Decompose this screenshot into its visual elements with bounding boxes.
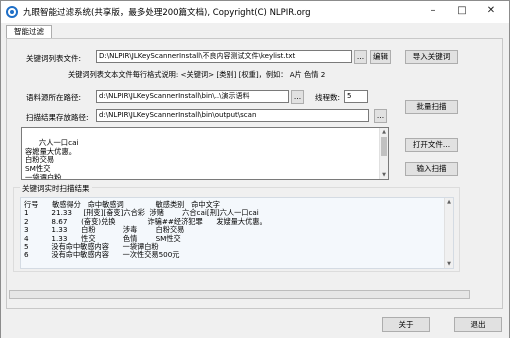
main-panel: 关键词列表文件: D:\NLPIR\JLKeyScannerInstall\不良… xyxy=(6,38,503,309)
window-title: 九眼智能过滤系统(共享版，最多处理200篇文档), Copyright(C) N… xyxy=(23,8,311,18)
keyword-file-label: 关键词列表文件: xyxy=(26,54,82,63)
open-file-button[interactable]: 打开文件... xyxy=(405,138,458,152)
scroll-down-arrow-icon[interactable]: ▼ xyxy=(445,260,453,268)
corpus-path-label: 语料源所在路径: xyxy=(26,93,82,102)
title-bar: 九眼智能过滤系统(共享版，最多处理200篇文档), Copyright(C) N… xyxy=(1,1,509,23)
results-text: 行号 敏感得分 命中敏感词 敏感类别 命中文字 1 21.33 [刑变][奋变]… xyxy=(24,200,267,260)
output-path-input[interactable]: d:\NLPIR\JLKeyScannerInstall\bin\output\… xyxy=(96,109,369,122)
minimize-button[interactable]: – xyxy=(419,1,447,21)
keyword-format-note: 关键词列表文本文件每行格式说明: <关键词> [类别] [权重]，例如： A片 … xyxy=(68,70,326,79)
keyword-file-browse-button[interactable]: ... xyxy=(354,50,367,64)
scroll-up-arrow-icon[interactable]: ▲ xyxy=(380,128,388,136)
threads-label: 线程数: xyxy=(315,93,341,102)
scroll-up-arrow-icon[interactable]: ▲ xyxy=(445,198,453,206)
exit-button[interactable]: 退出 xyxy=(454,317,502,332)
scan-progress-bar xyxy=(9,290,470,299)
bottom-bar: 关于 退出 xyxy=(1,310,509,338)
output-browse-button[interactable]: ... xyxy=(374,109,387,123)
keyword-file-path-input[interactable]: D:\NLPIR\JLKeyScannerInstall\不良内容测试文件\ke… xyxy=(96,50,352,63)
maximize-button[interactable]: □ xyxy=(448,1,476,21)
batch-scan-button[interactable]: 批量扫描 xyxy=(405,100,458,114)
results-list[interactable]: 行号 敏感得分 命中敏感词 敏感类别 命中文字 1 21.33 [刑变][奋变]… xyxy=(20,197,454,269)
scroll-down-arrow-icon[interactable]: ▼ xyxy=(380,171,388,179)
input-scan-button[interactable]: 输入扫描 xyxy=(405,162,458,176)
realtime-results-group: 关键词实时扫描结果 行号 敏感得分 命中敏感词 敏感类别 命中文字 1 21.3… xyxy=(13,183,460,272)
import-keywords-button[interactable]: 导入关键词 xyxy=(405,50,458,64)
threads-input[interactable]: 5 xyxy=(344,90,368,103)
corpus-browse-button[interactable]: ... xyxy=(291,90,304,104)
corpus-path-input[interactable]: d:\NLPIR\JLKeyScannerInstall\bin\..\演示语料 xyxy=(96,90,289,103)
edit-keyword-button[interactable]: 编辑 xyxy=(370,50,391,64)
results-scrollbar[interactable]: ▲ ▼ xyxy=(444,198,453,268)
results-group-title: 关键词实时扫描结果 xyxy=(20,183,92,194)
close-button[interactable]: ✕ xyxy=(477,1,505,21)
input-text-scrollbar[interactable]: ▲ ▼ xyxy=(379,128,388,179)
about-button[interactable]: 关于 xyxy=(382,317,430,332)
output-path-label: 扫描结果存放路径: xyxy=(26,113,89,122)
scroll-thumb[interactable] xyxy=(381,137,387,156)
app-window: 九眼智能过滤系统(共享版，最多处理200篇文档), Copyright(C) N… xyxy=(0,0,510,338)
app-logo-icon xyxy=(6,6,18,18)
input-text-area[interactable]: 六人一口cai 容嬷量大优惠。 白粉交易 SM性交 一袋谭白粉 一次性交易500… xyxy=(21,127,389,180)
tab-smart-filter[interactable]: 智能过滤 xyxy=(6,25,52,39)
input-text-content: 六人一口cai 容嬷量大优惠。 白粉交易 SM性交 一袋谭白粉 一次性交易500… xyxy=(25,137,79,180)
